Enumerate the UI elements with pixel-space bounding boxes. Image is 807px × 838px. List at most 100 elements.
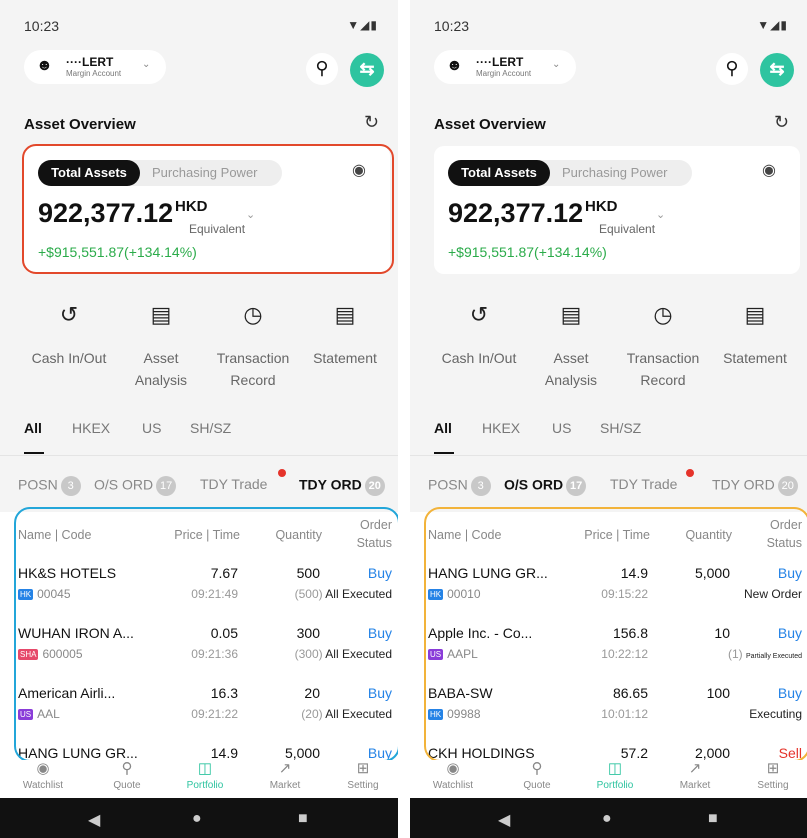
action-transaction-record[interactable]: ◷ Transaction Record	[208, 295, 298, 391]
count-badge: 3	[470, 476, 491, 496]
refresh-icon[interactable]: ↻	[364, 112, 379, 133]
home-icon[interactable]: ●	[192, 810, 202, 828]
action-label: Transaction Record	[216, 350, 290, 388]
nav-quote[interactable]: ⚲ Quote	[92, 760, 162, 791]
tab-total-assets[interactable]: Total Assets	[448, 160, 550, 186]
tab-label: TDY ORD	[299, 476, 362, 493]
account-type: Margin Account	[66, 69, 122, 78]
account-selector[interactable]: ☻ ····LERT Margin Account ⌄	[24, 50, 166, 84]
tab-tdy-trade[interactable]: TDY Trade	[200, 476, 267, 492]
nav-market[interactable]: ↗ Market	[250, 760, 320, 791]
nav-label: Market	[679, 780, 711, 791]
nav-watchlist[interactable]: ◉ Watchlist	[418, 760, 488, 791]
document-icon: ▤	[735, 295, 775, 335]
clock-icon: ◷	[643, 295, 683, 335]
android-nav-bar: ◀ ● ■	[0, 798, 398, 838]
nav-label: Market	[269, 780, 301, 791]
currency-chevron-icon[interactable]: ⌄	[656, 208, 665, 221]
nav-watchlist[interactable]: ◉ Watchlist	[8, 760, 78, 791]
action-asset-analysis[interactable]: ▤ Asset Analysis	[526, 295, 616, 391]
chart-icon: ↗	[688, 760, 702, 777]
recents-icon[interactable]: ■	[708, 810, 718, 828]
asset-overview-title: Asset Overview	[434, 116, 546, 133]
count-badge: 17	[156, 476, 177, 496]
tab-underline	[434, 452, 454, 454]
action-asset-analysis[interactable]: ▤ Asset Analysis	[116, 295, 206, 391]
eye-icon: ◉	[36, 760, 50, 777]
tab-os-ord[interactable]: O/S ORD 17	[504, 476, 587, 496]
clock-icon: ◷	[233, 295, 273, 335]
tab-os-ord[interactable]: O/S ORD 17	[94, 476, 177, 496]
eye-icon[interactable]: ◉	[762, 160, 776, 180]
report-icon: ▤	[141, 295, 181, 335]
account-name: ····LERT	[66, 55, 114, 69]
nav-quote[interactable]: ⚲ Quote	[502, 760, 572, 791]
grid-icon: ⊞	[766, 760, 780, 777]
nav-label: Portfolio	[596, 780, 634, 791]
nav-setting[interactable]: ⊞ Setting	[328, 760, 398, 791]
tab-label: O/S ORD	[504, 476, 564, 493]
tab-label: O/S ORD	[94, 476, 154, 493]
action-cash-in-out[interactable]: ↺ Cash In/Out	[24, 295, 114, 369]
nav-portfolio[interactable]: ◫ Portfolio	[580, 760, 650, 791]
action-statement[interactable]: ▤ Statement	[300, 295, 390, 369]
grid-icon: ⊞	[356, 760, 370, 777]
asset-card: Total Assets Purchasing Power ◉ 922,377.…	[434, 146, 800, 274]
nav-label: Setting	[347, 780, 379, 791]
tab-label: POSN	[18, 476, 58, 493]
tab-all[interactable]: All	[434, 420, 452, 436]
swap-icon[interactable]: ⇆	[760, 53, 794, 87]
action-label: Cash In/Out	[31, 350, 107, 366]
tab-us[interactable]: US	[552, 420, 571, 436]
status-bar: 10:23 ▼◢▮	[434, 18, 788, 38]
bottom-nav: ◉ Watchlist ⚲ Quote ◫ Portfolio ↗ Market ⊞ Se…	[0, 760, 398, 798]
divider	[0, 455, 398, 456]
action-label: Statement	[313, 350, 377, 366]
tab-label: TDY ORD	[712, 476, 775, 493]
nav-market[interactable]: ↗ Market	[660, 760, 730, 791]
quote-icon: ⚲	[121, 760, 133, 777]
back-icon[interactable]: ◀	[498, 810, 510, 830]
count-badge: 17	[566, 476, 587, 496]
tab-posn[interactable]: POSN 3	[428, 476, 491, 496]
tab-tdy-trade[interactable]: TDY Trade	[610, 476, 677, 492]
chevron-down-icon: ⌄	[552, 59, 561, 70]
tab-all[interactable]: All	[24, 420, 42, 436]
tab-posn[interactable]: POSN 3	[18, 476, 81, 496]
back-icon[interactable]: ◀	[88, 810, 100, 830]
action-statement[interactable]: ▤ Statement	[710, 295, 800, 369]
tab-hkex[interactable]: HKEX	[482, 420, 520, 436]
tab-label: POSN	[428, 476, 468, 493]
home-icon[interactable]: ●	[602, 810, 612, 828]
action-transaction-record[interactable]: ◷ Transaction Record	[618, 295, 708, 391]
action-label: Transaction Record	[626, 350, 700, 388]
tab-us[interactable]: US	[142, 420, 161, 436]
account-selector[interactable]: ☻ ····LERT Margin Account ⌄	[434, 50, 576, 84]
recents-icon[interactable]: ■	[298, 810, 308, 828]
status-bar: 10:23 ▼◢▮	[24, 18, 378, 38]
tab-sh-sz[interactable]: SH/SZ	[190, 420, 231, 436]
search-icon[interactable]: ⚲	[306, 53, 338, 85]
swap-icon[interactable]: ⇆	[350, 53, 384, 87]
tab-sh-sz[interactable]: SH/SZ	[600, 420, 641, 436]
count-badge: 3	[60, 476, 81, 496]
nav-label: Quote	[113, 780, 141, 791]
count-badge: 20	[364, 476, 385, 496]
tab-hkex[interactable]: HKEX	[72, 420, 110, 436]
tab-purchasing-power[interactable]: Purchasing Power	[562, 160, 668, 186]
tab-tdy-ord[interactable]: TDY ORD 20	[712, 476, 798, 496]
tab-tdy-ord[interactable]: TDY ORD 20	[299, 476, 385, 496]
report-icon: ▤	[551, 295, 591, 335]
nav-label: Setting	[757, 780, 789, 791]
eye-icon: ◉	[446, 760, 460, 777]
nav-label: Watchlist	[22, 780, 64, 791]
search-icon[interactable]: ⚲	[716, 53, 748, 85]
nav-setting[interactable]: ⊞ Setting	[738, 760, 807, 791]
nav-label: Watchlist	[432, 780, 474, 791]
nav-label: Portfolio	[186, 780, 224, 791]
nav-portfolio[interactable]: ◫ Portfolio	[170, 760, 240, 791]
action-cash-in-out[interactable]: ↺ Cash In/Out	[434, 295, 524, 369]
action-label: Asset Analysis	[544, 350, 598, 388]
refresh-icon[interactable]: ↻	[774, 112, 789, 133]
chevron-down-icon: ⌄	[142, 59, 151, 70]
